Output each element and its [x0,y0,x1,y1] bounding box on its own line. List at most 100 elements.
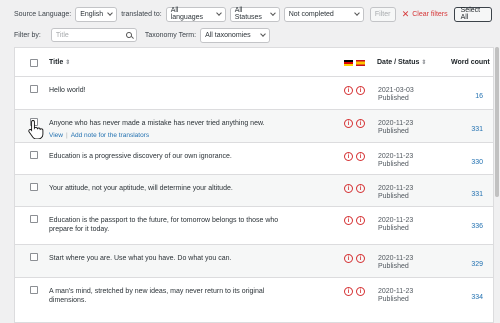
vertical-scrollbar[interactable] [494,47,500,323]
filter-by-label: Filter by: [14,31,41,39]
translated-to-label: translated to: [121,10,162,18]
row-date: 2021-03-03 [378,87,414,94]
add-note-link[interactable]: Add note for the translators [71,132,149,139]
select-all-button[interactable]: Select All [453,6,492,22]
row-status: Published [378,296,409,303]
row-title: Education is a progressive discovery of … [49,153,232,160]
status-icon[interactable]: i [344,184,353,193]
title-column-header[interactable]: Title ⇕ [49,59,70,66]
status-icon[interactable]: i [344,152,353,161]
row-word-count[interactable]: 331 [471,191,483,198]
word-count-column-header: Word count [451,59,490,66]
status-value: All Statuses [234,7,262,21]
row-checkbox[interactable] [30,151,38,159]
target-language-value: All languages [170,7,203,21]
chevron-down-icon [270,10,276,16]
status-icon[interactable]: i [356,216,365,225]
table-row: Your attitude, not your aptitude, will d… [15,175,493,207]
row-checkbox[interactable] [30,183,38,191]
status-icon[interactable]: i [356,287,365,296]
sort-icon: ⇕ [65,60,71,66]
status-icon[interactable]: i [344,216,353,225]
row-date: 2020-11-23 [378,153,414,160]
status-icon[interactable]: i [344,287,353,296]
scrollbar-thumb[interactable] [495,47,499,197]
row-word-count[interactable]: 330 [471,159,483,166]
spanish-flag-icon [356,60,365,66]
table-header: Title ⇕ Date / Status ⇕ Word count [15,48,493,77]
hand-cursor-icon [28,120,44,139]
row-word-count[interactable]: 16 [475,93,483,100]
search-input[interactable]: Title [50,28,137,42]
table-row: Education is a progressive discovery of … [15,143,493,175]
row-status: Published [378,128,409,135]
row-word-count[interactable]: 331 [471,126,483,133]
row-status: Published [378,225,409,232]
row-date: 2020-11-23 [378,288,414,295]
chevron-down-icon [107,10,114,16]
table-row: A man's mind, stretched by new ideas, ma… [15,278,493,314]
status-select[interactable]: All Statuses [229,6,280,22]
search-placeholder: Title [55,31,69,39]
source-language-value: English [80,10,104,18]
status-icon[interactable]: i [344,119,353,128]
search-icon[interactable] [125,32,132,38]
table-row: Education is the passport to the future,… [15,207,493,245]
row-word-count[interactable]: 334 [471,294,483,301]
row-date: 2020-11-23 [378,255,414,262]
view-link[interactable]: View [49,132,63,139]
status-icon[interactable]: i [356,254,365,263]
status-icon[interactable]: i [344,86,353,95]
clear-filters-link[interactable]: ✕ Clear filters [402,9,448,20]
table-row: Start where you are. Use what you have. … [15,245,493,278]
table-row: Anyone who has never made a mistake has … [15,110,493,143]
source-language-select[interactable]: English [75,6,118,22]
row-title: Start where you are. Use what you have. … [49,255,232,262]
row-title: Your attitude, not your aptitude, will d… [49,185,233,192]
jobs-table: Title ⇕ Date / Status ⇕ Word count Hello w… [14,47,494,323]
chevron-down-icon [260,31,266,37]
completion-value: Not completed [288,10,334,18]
row-date: 2020-11-23 [378,217,414,224]
row-checkbox[interactable] [30,85,38,93]
row-checkbox[interactable] [30,286,38,294]
row-date: 2020-11-23 [378,185,414,192]
chevron-down-icon [215,10,222,16]
target-language-select[interactable]: All languages [165,6,226,22]
row-title: Education is the passport to the future,… [49,217,279,233]
row-date: 2020-11-23 [378,120,414,127]
status-icon[interactable]: i [356,184,365,193]
select-all-checkbox[interactable] [30,59,38,67]
date-status-column-header[interactable]: Date / Status ⇕ [377,59,426,66]
row-status: Published [378,263,409,270]
row-checkbox[interactable] [30,253,38,261]
source-language-label: Source Language: [14,10,72,18]
status-icon[interactable]: i [356,86,365,95]
row-title: Anyone who has never made a mistake has … [49,120,265,127]
completion-select[interactable]: Not completed [283,6,364,22]
row-word-count[interactable]: 329 [471,261,483,268]
language-toolbar: Source Language: English translated to: … [14,4,494,24]
row-status: Published [378,193,409,200]
row-title: A man's mind, stretched by new ideas, ma… [49,288,265,304]
german-flag-icon [344,60,353,66]
status-icon[interactable]: i [344,254,353,263]
table-row: Hello world! i i 2021-03-03 Published 16 [15,77,493,110]
sort-icon: ⇕ [421,60,427,66]
row-status: Published [378,161,409,168]
taxonomy-select[interactable]: All taxonomies [200,27,271,43]
status-icon[interactable]: i [356,152,365,161]
row-actions: View | Add note for the translators [49,132,150,139]
row-word-count[interactable]: 336 [471,223,483,230]
row-checkbox[interactable] [30,215,38,223]
taxonomy-term-label: Taxonomy Term: [144,31,197,39]
clear-filters-label: Clear filters [412,10,448,18]
status-icon[interactable]: i [356,119,365,128]
taxonomy-value: All taxonomies [205,31,251,39]
chevron-down-icon [353,10,360,16]
row-title: Hello world! [49,87,86,94]
row-status: Published [378,95,409,102]
close-icon: ✕ [401,8,410,19]
filter-button[interactable]: Filter [369,6,396,22]
filter-bar: Filter by: Title Taxonomy Term: All taxo… [14,27,494,43]
